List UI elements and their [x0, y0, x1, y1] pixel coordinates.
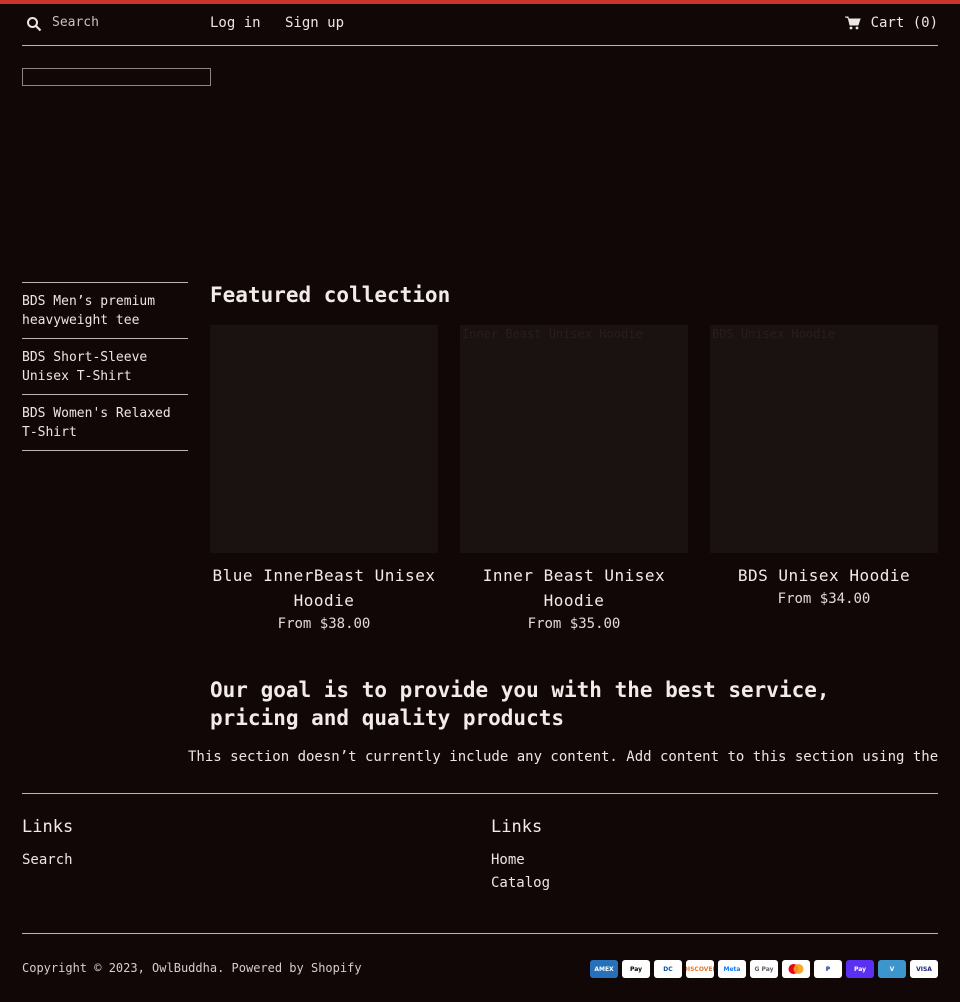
- product-card[interactable]: BDS Unisex Hoodie BDS Unisex Hoodie From…: [710, 325, 938, 610]
- sidebar-item-mens-tee[interactable]: BDS Men’s premium heavyweight tee: [22, 282, 188, 338]
- discover-icon: DISCOVER: [686, 960, 714, 978]
- footer-heading: Links: [22, 817, 74, 837]
- sidebar-nav: BDS Men’s premium heavyweight tee BDS Sh…: [22, 282, 188, 451]
- product-price: From $34.00: [777, 591, 871, 607]
- venmo-icon: V: [878, 960, 906, 978]
- diners-club-icon: DC: [654, 960, 682, 978]
- cart-icon: [844, 16, 861, 30]
- footer-links-column: Links Search: [22, 817, 73, 872]
- site-header: Log in Sign up Cart (0): [22, 4, 938, 46]
- product-price: From $35.00: [527, 616, 621, 632]
- footer-link-catalog[interactable]: Catalog: [491, 872, 550, 895]
- payment-icons: AMEXPayDCDISCOVERMetaG PayPPayVVISA: [590, 960, 938, 978]
- footer-link-search[interactable]: Search: [22, 849, 73, 872]
- shop-pay-icon: Pay: [846, 960, 874, 978]
- product-image[interactable]: Inner Beast Unisex Hoodie: [460, 325, 688, 553]
- product-image-alt: Inner Beast Unisex Hoodie: [462, 327, 643, 341]
- cart-label: Cart (0): [870, 15, 938, 31]
- visa-icon: VISA: [910, 960, 938, 978]
- paypal-icon: P: [814, 960, 842, 978]
- footer-link-home[interactable]: Home: [491, 849, 550, 872]
- cart-link[interactable]: Cart (0): [844, 15, 938, 31]
- footer-links-column: Links Home Catalog: [491, 817, 550, 895]
- site-logo[interactable]: [22, 68, 211, 86]
- product-name[interactable]: Blue InnerBeast Unisex Hoodie: [210, 563, 438, 613]
- meta-pay-icon: Meta: [718, 960, 746, 978]
- search-icon[interactable]: [26, 16, 42, 32]
- footer-divider: [22, 933, 938, 934]
- featured-collection-title: Featured collection: [210, 283, 451, 307]
- sidebar-item-unisex-tshirt[interactable]: BDS Short-Sleeve Unisex T-Shirt: [22, 338, 188, 394]
- product-image-alt: BDS Unisex Hoodie: [712, 327, 835, 341]
- product-image[interactable]: [210, 325, 438, 553]
- footer-divider: [22, 793, 938, 794]
- apple-pay-icon: Pay: [622, 960, 650, 978]
- signup-link[interactable]: Sign up: [285, 15, 344, 31]
- product-name[interactable]: Inner Beast Unisex Hoodie: [460, 563, 688, 613]
- google-pay-icon: G Pay: [750, 960, 778, 978]
- product-card[interactable]: Inner Beast Unisex Hoodie Inner Beast Un…: [460, 325, 688, 635]
- goal-heading: Our goal is to provide you with the best…: [210, 678, 830, 730]
- product-image[interactable]: BDS Unisex Hoodie: [710, 325, 938, 553]
- login-link[interactable]: Log in: [210, 15, 261, 31]
- search-input[interactable]: [52, 10, 202, 34]
- product-name[interactable]: BDS Unisex Hoodie: [710, 563, 938, 588]
- mastercard-icon: [782, 960, 810, 978]
- copyright: Copyright © 2023, OwlBuddha. Powered by …: [22, 961, 362, 975]
- product-price: From $38.00: [277, 616, 371, 632]
- sidebar-item-womens-tshirt[interactable]: BDS Women's Relaxed T-Shirt: [22, 394, 188, 450]
- sidebar-divider: [22, 450, 188, 451]
- amex-icon: AMEX: [590, 960, 618, 978]
- product-card[interactable]: Blue InnerBeast Unisex Hoodie From $38.0…: [210, 325, 438, 635]
- empty-section-note: This section doesn’t currently include a…: [188, 749, 939, 765]
- footer-heading: Links: [491, 817, 543, 837]
